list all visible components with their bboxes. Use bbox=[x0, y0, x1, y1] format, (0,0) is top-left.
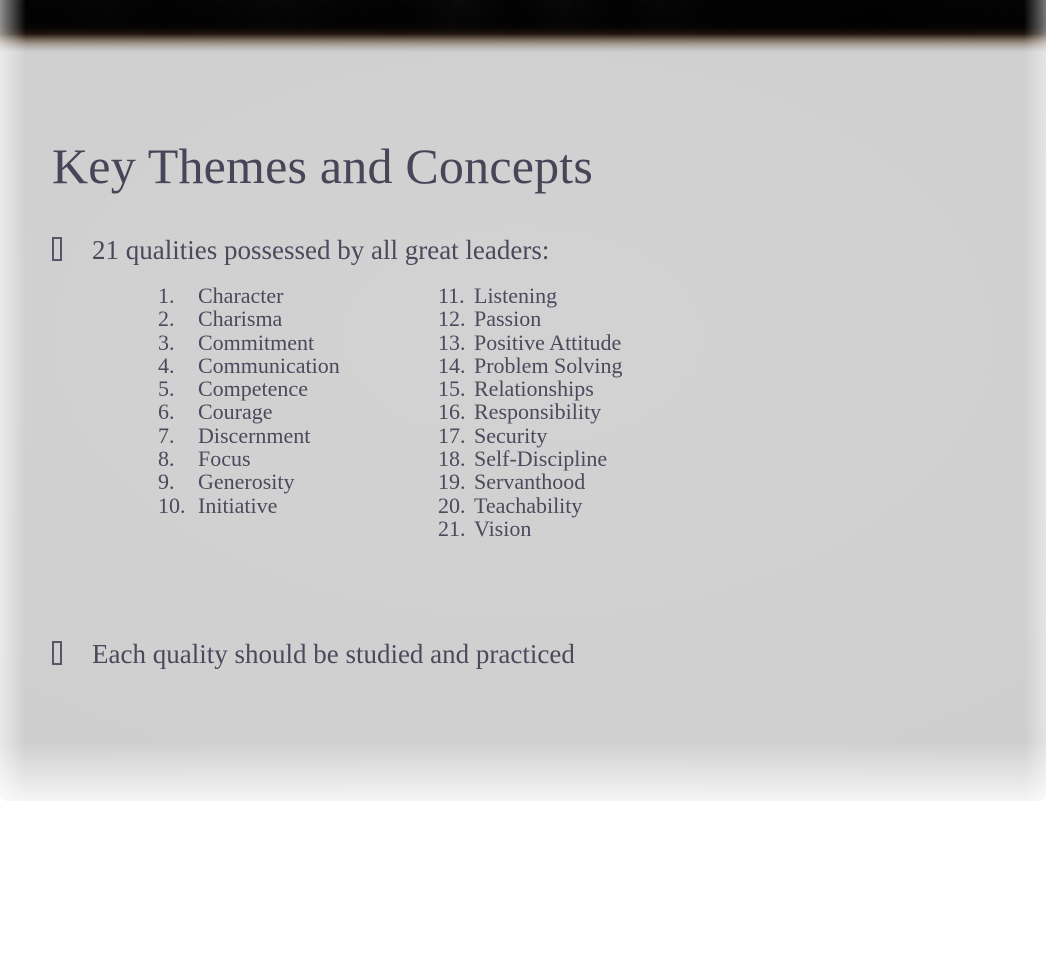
list-item-number: 4. bbox=[158, 352, 175, 378]
list-item: 2. Charisma bbox=[158, 306, 438, 332]
list-item: 14. Problem Solving bbox=[438, 352, 718, 378]
list-item: 20. Teachability bbox=[438, 492, 718, 518]
list-item-label: Relationships bbox=[474, 376, 594, 402]
list-item: 16. Responsibility bbox=[438, 399, 718, 425]
list-item-label: Self-Discipline bbox=[474, 446, 608, 472]
list-item-number: 21. bbox=[438, 515, 466, 541]
list-item: 4. Communication bbox=[158, 352, 438, 378]
list-item-number: 14. bbox=[438, 352, 466, 378]
list-item-number: 17. bbox=[438, 422, 466, 448]
list-item-label: Charisma bbox=[198, 306, 283, 332]
list-item-label: Servanthood bbox=[474, 469, 586, 495]
list-item-number: 11. bbox=[438, 283, 465, 308]
list-item-number: 8. bbox=[158, 446, 175, 472]
slide-title: Key Themes and Concepts bbox=[52, 138, 594, 194]
bullet-item-intro: 21 qualities possessed by all great lead… bbox=[52, 233, 549, 267]
list-item-label: Commitment bbox=[198, 329, 315, 355]
list-item: 13. Positive Attitude bbox=[438, 329, 718, 355]
list-item: 6. Courage bbox=[158, 399, 438, 425]
bullet-box-icon bbox=[52, 641, 62, 665]
list-item-number: 15. bbox=[438, 376, 466, 402]
qualities-list: 1. Character 2. Charisma 3. Commitment 4… bbox=[158, 283, 778, 541]
list-item-number: 7. bbox=[158, 422, 175, 448]
list-item: 5. Competence bbox=[158, 376, 438, 402]
qualities-column-right: 11. Listening 12. Passion 13. Positive A… bbox=[438, 283, 718, 541]
list-item-label: Courage bbox=[198, 399, 273, 425]
page-canvas: Key Themes and Concepts 21 qualities pos… bbox=[0, 0, 1062, 977]
list-item-label: Listening bbox=[474, 283, 558, 308]
list-item-label: Security bbox=[474, 422, 548, 448]
list-item-label: Problem Solving bbox=[474, 352, 623, 378]
list-item: 3. Commitment bbox=[158, 329, 438, 355]
bullet-item-closing: Each quality should be studied and pract… bbox=[52, 637, 575, 671]
list-item: 11. Listening bbox=[438, 283, 718, 308]
list-item-label: Discernment bbox=[198, 422, 311, 448]
list-item-label: Passion bbox=[474, 306, 542, 332]
list-item-number: 20. bbox=[438, 492, 466, 518]
list-item: 10. Initiative bbox=[158, 492, 438, 518]
bullet-closing-text: Each quality should be studied and pract… bbox=[92, 639, 575, 669]
list-item: 15. Relationships bbox=[438, 376, 718, 402]
list-item: 17. Security bbox=[438, 422, 718, 448]
list-item-label: Teachability bbox=[474, 492, 583, 518]
list-item-label: Generosity bbox=[198, 469, 295, 495]
list-item-number: 2. bbox=[158, 306, 175, 332]
list-item: 12. Passion bbox=[438, 306, 718, 332]
list-item: 9. Generosity bbox=[158, 469, 438, 495]
list-item: 8. Focus bbox=[158, 446, 438, 472]
list-item-number: 1. bbox=[158, 283, 175, 308]
list-item-number: 19. bbox=[438, 469, 466, 495]
list-item-label: Competence bbox=[198, 376, 308, 402]
list-item-label: Communication bbox=[198, 352, 340, 378]
list-item-label: Focus bbox=[198, 446, 251, 472]
list-item-number: 18. bbox=[438, 446, 466, 472]
slide-header-banner-image bbox=[0, 0, 1046, 52]
list-item-number: 13. bbox=[438, 329, 466, 355]
list-item: 1. Character bbox=[158, 283, 438, 308]
bullet-box-icon bbox=[52, 237, 62, 261]
list-item-number: 5. bbox=[158, 376, 175, 402]
list-item-number: 9. bbox=[158, 469, 175, 495]
list-item: 18. Self-Discipline bbox=[438, 446, 718, 472]
list-item: 19. Servanthood bbox=[438, 469, 718, 495]
qualities-column-left: 1. Character 2. Charisma 3. Commitment 4… bbox=[158, 284, 438, 540]
list-item: 7. Discernment bbox=[158, 422, 438, 448]
list-item-label: Responsibility bbox=[474, 399, 602, 425]
list-item-label: Vision bbox=[474, 515, 532, 541]
list-item-label: Initiative bbox=[198, 492, 278, 518]
list-item-number: 3. bbox=[158, 329, 175, 355]
list-item-label: Positive Attitude bbox=[474, 329, 622, 355]
presentation-slide: Key Themes and Concepts 21 qualities pos… bbox=[0, 0, 1046, 801]
list-item-number: 12. bbox=[438, 306, 466, 332]
list-item-number: 16. bbox=[438, 399, 466, 425]
list-item-number: 6. bbox=[158, 399, 175, 425]
list-item: 21. Vision bbox=[438, 515, 718, 541]
list-item-label: Character bbox=[198, 283, 284, 308]
list-item-number: 10. bbox=[158, 492, 186, 518]
banner-bottom-fade bbox=[0, 34, 1046, 52]
bullet-intro-text: 21 qualities possessed by all great lead… bbox=[92, 235, 550, 265]
